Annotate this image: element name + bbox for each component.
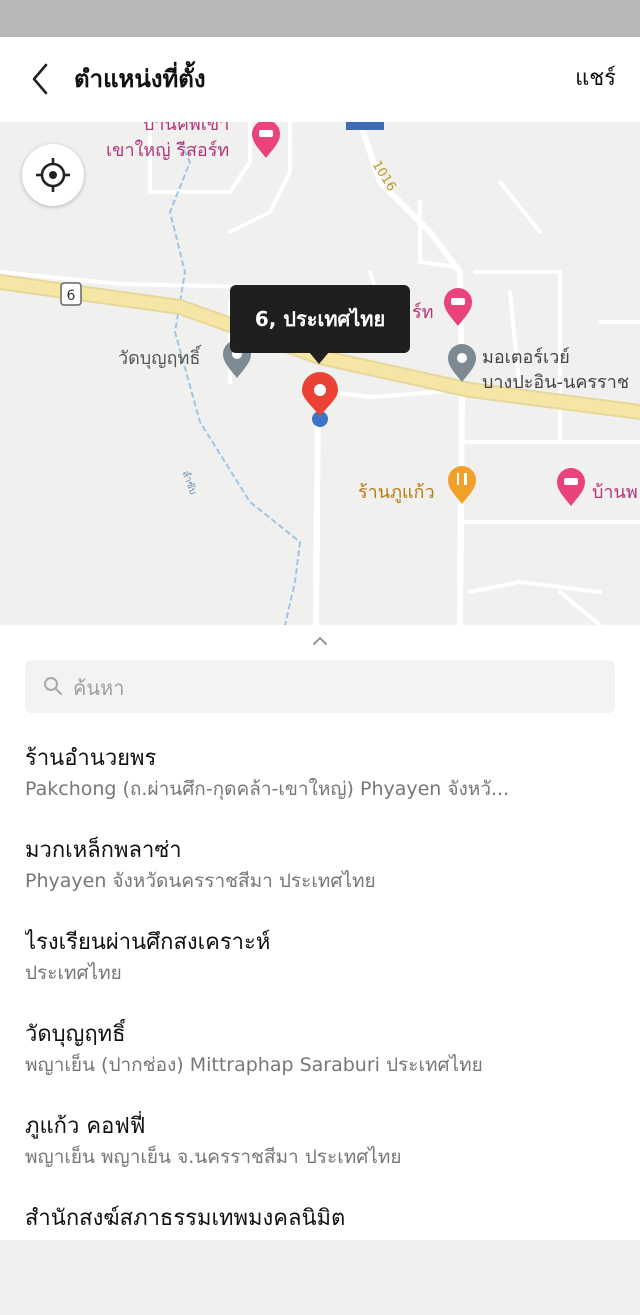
share-button[interactable]: แชร์ — [575, 61, 616, 97]
list-item-name: ไรงเรียนผ่านศึกสงเคราะห์ — [25, 930, 271, 955]
back-button[interactable] — [26, 59, 58, 99]
list-item[interactable]: ภูแก้ว คอฟฟี่ พญาเย็น พญาเย็น จ.นครราชสี… — [25, 1111, 625, 1203]
restaurant-icon — [448, 466, 476, 504]
list-item-address: Phyayen จังหวัดนครราชสีมา ประเทศไทย — [25, 870, 376, 892]
map-label-house: บ้านพ — [592, 482, 638, 503]
list-item[interactable]: มวกเหล็กพลาซ่า Phyayen จังหวัดนครราชสีมา… — [25, 835, 625, 927]
list-item[interactable]: สำนักสงฆ์สภาธรรมเทพมงคลนิมิต — [25, 1203, 625, 1295]
hotel-icon — [252, 122, 280, 158]
chevron-up-icon — [313, 637, 327, 645]
list-item-address: ประเทศไทย — [25, 962, 122, 984]
list-item-address: พญาเย็น (ปากช่อง) Mittraphap Saraburi ปร… — [25, 1054, 483, 1076]
list-item[interactable]: ร้านอำนวยพร Pakchong (ถ.ผ่านศึก-กุดคล้า-… — [25, 743, 625, 835]
map-label-temple: วัดบุญฤทธิ์ — [118, 348, 201, 369]
list-item-name: มวกเหล็กพลาซ่า — [25, 838, 182, 863]
hotel-icon — [444, 288, 472, 326]
map-label-resort-right: ร์ท — [412, 302, 434, 323]
crosshair-icon — [36, 158, 70, 192]
bottom-sheet: ร้านอำนวยพร Pakchong (ถ.ผ่านศึก-กุดคล้า-… — [0, 625, 640, 1240]
list-item-name: ภูแก้ว คอฟฟี่ — [25, 1114, 146, 1139]
map-label-motorway: มอเตอร์เวย์ — [482, 347, 570, 368]
list-item-name: ร้านอำนวยพร — [25, 746, 157, 771]
list-item[interactable]: ไรงเรียนผ่านศึกสงเคราะห์ ประเทศไทย — [25, 927, 625, 1019]
my-location-button[interactable] — [22, 144, 84, 206]
page-title: ตำแหน่งที่ตั้ง — [74, 65, 206, 93]
list-item-name: สำนักสงฆ์สภาธรรมเทพมงคลนิมิต — [25, 1206, 346, 1231]
search-bar[interactable] — [25, 660, 615, 715]
place-icon — [448, 344, 476, 382]
results-list: ร้านอำนวยพร Pakchong (ถ.ผ่านศึก-กุดคล้า-… — [25, 743, 625, 1295]
top-app-bar: ตำแหน่งที่ตั้ง แชร์ — [0, 37, 640, 122]
map-view[interactable]: 6 1016 บ้านคีพเขา เขาใหญ่ รีสอร์ท ร์ท วั… — [0, 122, 640, 625]
list-item-address: พญาเย็น พญาเย็น จ.นครราชสีมา ประเทศไทย — [25, 1146, 402, 1168]
search-input[interactable] — [71, 660, 595, 715]
map-label-resort: บ้านคีพเขา — [143, 122, 230, 135]
location-callout-tail — [309, 352, 329, 364]
road-number-label: 1016 — [369, 158, 399, 194]
map-label-restaurant: ร้านภูแก้ว — [358, 482, 435, 503]
list-item-address: Pakchong (ถ.ผ่านศึก-กุดคล้า-เขาใหญ่) Phy… — [25, 778, 510, 800]
search-icon — [44, 677, 62, 695]
location-callout[interactable]: 6, ประเทศไทย — [230, 285, 410, 353]
expand-sheet-button[interactable] — [308, 633, 332, 649]
map-label-motorway: บางปะอิน-นครราช — [482, 372, 630, 393]
list-item[interactable]: วัดบุญฤทธิ์ พญาเย็น (ปากช่อง) Mittraphap… — [25, 1019, 625, 1111]
hotel-icon — [557, 468, 585, 506]
map-label-resort: เขาใหญ่ รีสอร์ท — [106, 140, 230, 161]
location-pin-icon — [302, 372, 338, 427]
status-bar — [0, 0, 640, 37]
back-arrow-icon — [32, 63, 48, 95]
road-shield-label: 6 — [67, 288, 76, 304]
list-item-name: วัดบุญฤทธิ์ — [25, 1022, 126, 1047]
